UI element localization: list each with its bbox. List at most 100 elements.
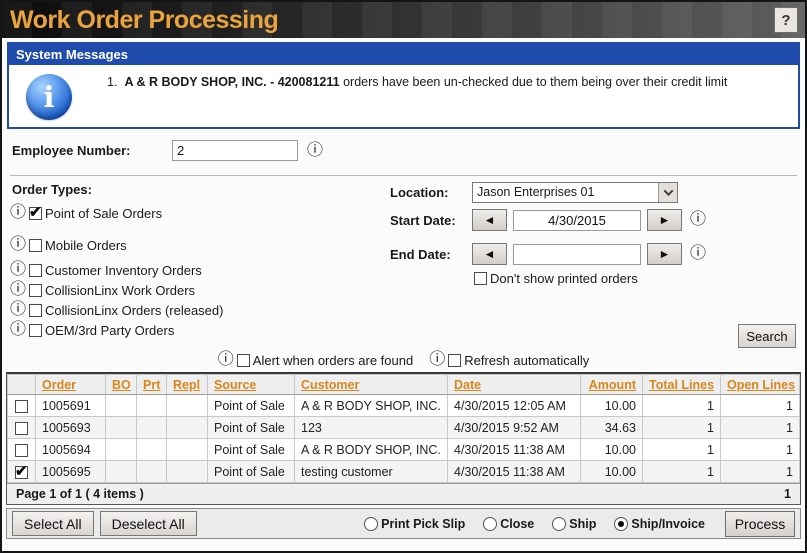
column-header-repl: Repl (167, 375, 208, 395)
end-date-prev-button[interactable]: ◄ (472, 243, 507, 265)
page-number-link[interactable]: 1 (784, 487, 791, 501)
end-date-next-button[interactable]: ► (647, 243, 682, 265)
sort-link-source[interactable]: Source (214, 378, 256, 392)
select-all-button[interactable]: Select All (12, 511, 94, 536)
order-type-checkbox[interactable] (29, 304, 42, 317)
employee-number-input[interactable] (172, 140, 298, 161)
order-type-checkbox[interactable] (29, 239, 42, 252)
column-header-amount: Amount (581, 375, 643, 395)
sort-link-prt[interactable]: Prt (143, 378, 160, 392)
start-date-prev-button[interactable]: ◄ (472, 209, 507, 231)
order-type-checkbox[interactable] (29, 324, 42, 337)
cell-total-lines: 1 (643, 461, 721, 483)
cell-date: 4/30/2015 11:38 AM (448, 461, 581, 483)
column-header-prt: Prt (137, 375, 167, 395)
work-order-processing-window: Work Order Processing ? System Messages … (0, 0, 807, 553)
action-label-0: Print Pick Slip (381, 517, 465, 531)
info-icon: i (26, 74, 72, 120)
cell-order: 1005693 (36, 417, 106, 439)
sort-link-amount[interactable]: Amount (589, 378, 636, 392)
cell-amount: 10.00 (581, 395, 643, 417)
column-header-total-lines: Total Lines (643, 375, 721, 395)
order-type-checkbox[interactable] (29, 264, 42, 277)
action-radio-0[interactable] (364, 517, 378, 531)
order-type-row-5: ⓘ OEM/3rd Party Orders (10, 322, 805, 338)
employee-info-icon[interactable]: ⓘ (307, 143, 323, 159)
action-option-0: Print Pick Slip (364, 517, 465, 531)
order-type-info-icon[interactable]: ⓘ (10, 205, 26, 221)
system-messages-body: i 1.A & R BODY SHOP, INC. - 420081211 or… (9, 65, 798, 127)
order-type-row-4: ⓘ CollisionLinx Orders (released) (10, 302, 805, 318)
search-button[interactable]: Search (738, 324, 796, 348)
sort-link-open-lines[interactable]: Open Lines (727, 378, 795, 392)
cell-total-lines: 1 (643, 439, 721, 461)
alert-info-icon[interactable]: ⓘ (218, 352, 234, 368)
order-row-1: 1005693 Point of Sale 123 4/30/2015 9:52… (8, 417, 800, 439)
system-messages-panel: System Messages i 1.A & R BODY SHOP, INC… (7, 42, 800, 129)
sort-link-total-lines[interactable]: Total Lines (649, 378, 714, 392)
action-radio-3[interactable] (614, 517, 628, 531)
action-label-3: Ship/Invoice (631, 517, 705, 531)
process-button[interactable]: Process (725, 511, 795, 537)
sort-link-date[interactable]: Date (454, 378, 481, 392)
order-type-label: Customer Inventory Orders (45, 263, 202, 278)
row-checkbox[interactable] (15, 444, 28, 457)
cell-prt (137, 417, 167, 439)
sort-link-order[interactable]: Order (42, 378, 76, 392)
sort-link-customer[interactable]: Customer (301, 378, 359, 392)
cell-select (8, 439, 36, 461)
cell-source: Point of Sale (208, 461, 295, 483)
order-row-2: 1005694 Point of Sale A & R BODY SHOP, I… (8, 439, 800, 461)
date-location-column: Location: Jason Enterprises 01 Start Dat… (390, 182, 735, 286)
column-header-select (8, 375, 36, 395)
cell-prt (137, 461, 167, 483)
info-icon-glyph: i (43, 83, 54, 112)
cell-open-lines: 1 (721, 417, 800, 439)
system-messages-title: System Messages (9, 44, 798, 65)
cell-source: Point of Sale (208, 395, 295, 417)
help-button[interactable]: ? (774, 7, 798, 33)
start-date-next-button[interactable]: ► (647, 209, 682, 231)
order-type-label: CollisionLinx Orders (released) (45, 303, 223, 318)
refresh-option: ⓘ Refresh automatically (429, 352, 589, 368)
order-type-info-icon[interactable]: ⓘ (10, 302, 26, 318)
sort-link-repl[interactable]: Repl (173, 378, 200, 392)
pagination-bar: Page 1 of 1 ( 4 items ) 1 (7, 483, 800, 504)
cell-open-lines: 1 (721, 439, 800, 461)
order-type-info-icon[interactable]: ⓘ (10, 282, 26, 298)
refresh-info-icon[interactable]: ⓘ (429, 352, 445, 368)
location-selected-value: Jason Enterprises 01 (473, 183, 658, 202)
cell-select (8, 395, 36, 417)
order-type-checkbox[interactable] (29, 284, 42, 297)
cell-bo (106, 417, 137, 439)
dont-show-printed-checkbox[interactable] (474, 272, 487, 285)
end-date-input[interactable] (513, 244, 641, 265)
dont-show-printed-row: Don't show printed orders (474, 271, 735, 286)
sort-link-bo[interactable]: BO (112, 378, 131, 392)
action-option-3: Ship/Invoice (614, 517, 705, 531)
order-type-info-icon[interactable]: ⓘ (10, 322, 26, 338)
action-radio-1[interactable] (483, 517, 497, 531)
cell-bo (106, 461, 137, 483)
cell-prt (137, 395, 167, 417)
refresh-checkbox[interactable] (448, 354, 461, 367)
cell-customer: testing customer (295, 461, 448, 483)
end-date-info-icon[interactable]: ⓘ (690, 246, 706, 262)
order-type-info-icon[interactable]: ⓘ (10, 262, 26, 278)
cell-customer: 123 (295, 417, 448, 439)
cell-amount: 10.00 (581, 439, 643, 461)
order-type-label: CollisionLinx Work Orders (45, 283, 195, 298)
refresh-label: Refresh automatically (464, 353, 589, 368)
start-date-input[interactable] (513, 210, 641, 231)
location-select[interactable]: Jason Enterprises 01 (472, 182, 678, 203)
start-date-info-icon[interactable]: ⓘ (690, 212, 706, 228)
cell-select (8, 417, 36, 439)
row-checkbox[interactable] (15, 422, 28, 435)
alert-checkbox[interactable] (237, 354, 250, 367)
deselect-all-button[interactable]: Deselect All (100, 511, 197, 536)
action-radio-2[interactable] (552, 517, 566, 531)
row-checkbox[interactable] (15, 400, 28, 413)
order-type-checkbox[interactable] (29, 207, 42, 220)
row-checkbox[interactable] (15, 466, 28, 479)
order-type-info-icon[interactable]: ⓘ (10, 237, 26, 253)
